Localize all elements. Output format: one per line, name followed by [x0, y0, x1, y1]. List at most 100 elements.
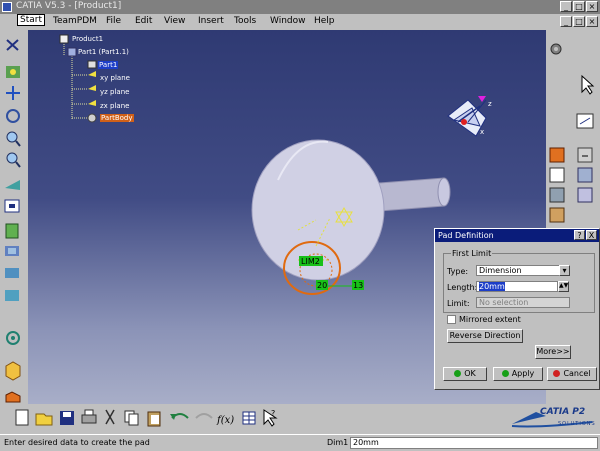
fit-all-icon: [6, 66, 20, 78]
tree-partbody[interactable]: PartBody: [100, 114, 134, 122]
draft-icon: [577, 187, 593, 203]
doc-restore-button[interactable]: □: [573, 16, 585, 27]
menu-tools[interactable]: Tools: [234, 16, 256, 26]
dimension-20: 20: [317, 281, 327, 290]
length-field[interactable]: 20mm: [476, 281, 558, 292]
save-icon: [60, 411, 74, 425]
menu-insert[interactable]: Insert: [198, 16, 224, 26]
length-spinner[interactable]: ▲▼: [558, 281, 569, 292]
redo-icon: [195, 413, 213, 419]
menu-window[interactable]: Window: [270, 16, 306, 26]
partbody-gear-icon: [87, 113, 97, 123]
plane-icon-yz: [88, 85, 96, 91]
tree-part[interactable]: Part1 (Part1.1): [78, 48, 129, 56]
status-bar: Enter desired data to create the pad Dim…: [0, 434, 600, 451]
dim-label: Dim1: [327, 438, 349, 447]
apply-button[interactable]: Apply: [493, 367, 543, 381]
menu-file[interactable]: File: [106, 16, 121, 26]
hide-show-icon: [5, 246, 19, 256]
type-dropdown-arrow[interactable]: ▾: [559, 265, 570, 276]
length-label: Length:: [447, 283, 478, 292]
sketcher-icon: [576, 113, 594, 129]
dialog-title-bar: Pad Definition ? X: [435, 229, 599, 242]
analysis-icon: [549, 187, 565, 203]
select-arrow-icon: [581, 74, 595, 95]
exit-workbench-icon: [577, 147, 593, 163]
menu-view[interactable]: View: [164, 16, 185, 26]
body-tree-icon: [87, 60, 97, 69]
zoom-in-icon: [6, 131, 21, 147]
compass-z-label: x: [480, 128, 484, 136]
tree-plane-zx[interactable]: zx plane: [100, 102, 129, 110]
copy-icon: [124, 410, 139, 426]
table-icon: [242, 411, 256, 425]
shading-icon: [5, 223, 19, 239]
part-tree-icon: [67, 47, 77, 57]
dimension-13: 13: [353, 281, 363, 290]
feature-icon: [549, 207, 565, 223]
cube-icon: [5, 361, 21, 381]
dialog-help-button[interactable]: ?: [574, 230, 585, 240]
window-title: CATIA V5.3 - [Product1]: [16, 1, 122, 11]
tree-body[interactable]: Part1: [98, 61, 119, 69]
apply-label: Apply: [511, 369, 535, 378]
function-icon: f(x): [216, 415, 234, 426]
minimize-button[interactable]: _: [560, 1, 572, 12]
open-folder-icon: [35, 413, 53, 426]
menu-start[interactable]: Start: [17, 14, 45, 26]
limit-field[interactable]: No selection: [476, 297, 570, 308]
standard-toolbar: f(x) ? CATIA P2 SOLUTIONS: [0, 404, 600, 434]
tools-icon: [577, 167, 593, 183]
first-limit-label: First Limit: [451, 249, 493, 258]
menu-edit[interactable]: Edit: [135, 16, 152, 26]
ok-button[interactable]: OK: [443, 367, 487, 381]
dim-input[interactable]: 20mm: [350, 437, 598, 449]
menu-teampdm[interactable]: TeamPDM: [53, 16, 97, 26]
render-icon: [5, 290, 19, 301]
menu-help[interactable]: Help: [314, 16, 335, 26]
dialog-close-button[interactable]: X: [586, 230, 597, 240]
type-value: Dimension: [479, 266, 522, 275]
svg-text:?: ?: [271, 409, 275, 418]
svg-text:f(x): f(x): [216, 415, 234, 426]
mirrored-extent-label: Mirrored extent: [459, 315, 521, 324]
status-message: Enter desired data to create the pad: [4, 438, 150, 447]
pad-definition-dialog: Pad Definition ? X First Limit Type: Dim…: [434, 228, 600, 390]
more-button[interactable]: More>>: [535, 345, 571, 359]
doc-close-button[interactable]: ×: [586, 16, 598, 27]
part-model: [251, 139, 451, 281]
paste-icon: [147, 411, 161, 427]
multi-view-icon: [4, 199, 20, 213]
mirrored-extent-checkbox[interactable]: [447, 315, 456, 324]
pan-icon: [6, 86, 20, 100]
left-toolbar: [0, 30, 28, 404]
ok-label: OK: [464, 369, 476, 378]
spiral-icon: [6, 331, 20, 345]
type-label: Type:: [447, 267, 469, 276]
product-tree-icon: [59, 34, 69, 44]
tree-plane-xy[interactable]: xy plane: [100, 74, 130, 82]
normal-view-icon: [5, 180, 20, 190]
length-value: 20mm: [479, 282, 505, 291]
type-dropdown[interactable]: Dimension: [476, 265, 570, 276]
maximize-button[interactable]: □: [573, 1, 585, 12]
new-file-icon: [15, 409, 29, 426]
constraint-icon: [549, 147, 565, 163]
pad-icon: [5, 391, 21, 403]
select-tool-icon: [6, 39, 19, 51]
undo-icon: [170, 413, 189, 420]
cut-icon: [105, 409, 115, 425]
dim-value: 20mm: [353, 438, 379, 447]
sketch-label-lim2: LIM2: [301, 257, 320, 266]
brand-name: CATIA P2: [540, 407, 586, 417]
apply-icon: [501, 370, 509, 377]
plane-icon-xy: [88, 71, 96, 77]
cancel-button[interactable]: Cancel: [547, 367, 597, 381]
cancel-icon: [553, 370, 561, 377]
tree-root[interactable]: Product1: [72, 35, 103, 43]
reverse-direction-button[interactable]: Reverse Direction: [447, 329, 523, 343]
tree-plane-yz[interactable]: yz plane: [100, 88, 129, 96]
doc-minimize-button[interactable]: _: [560, 16, 572, 27]
close-button[interactable]: ×: [586, 1, 598, 12]
settings-gear-icon: [550, 43, 562, 55]
